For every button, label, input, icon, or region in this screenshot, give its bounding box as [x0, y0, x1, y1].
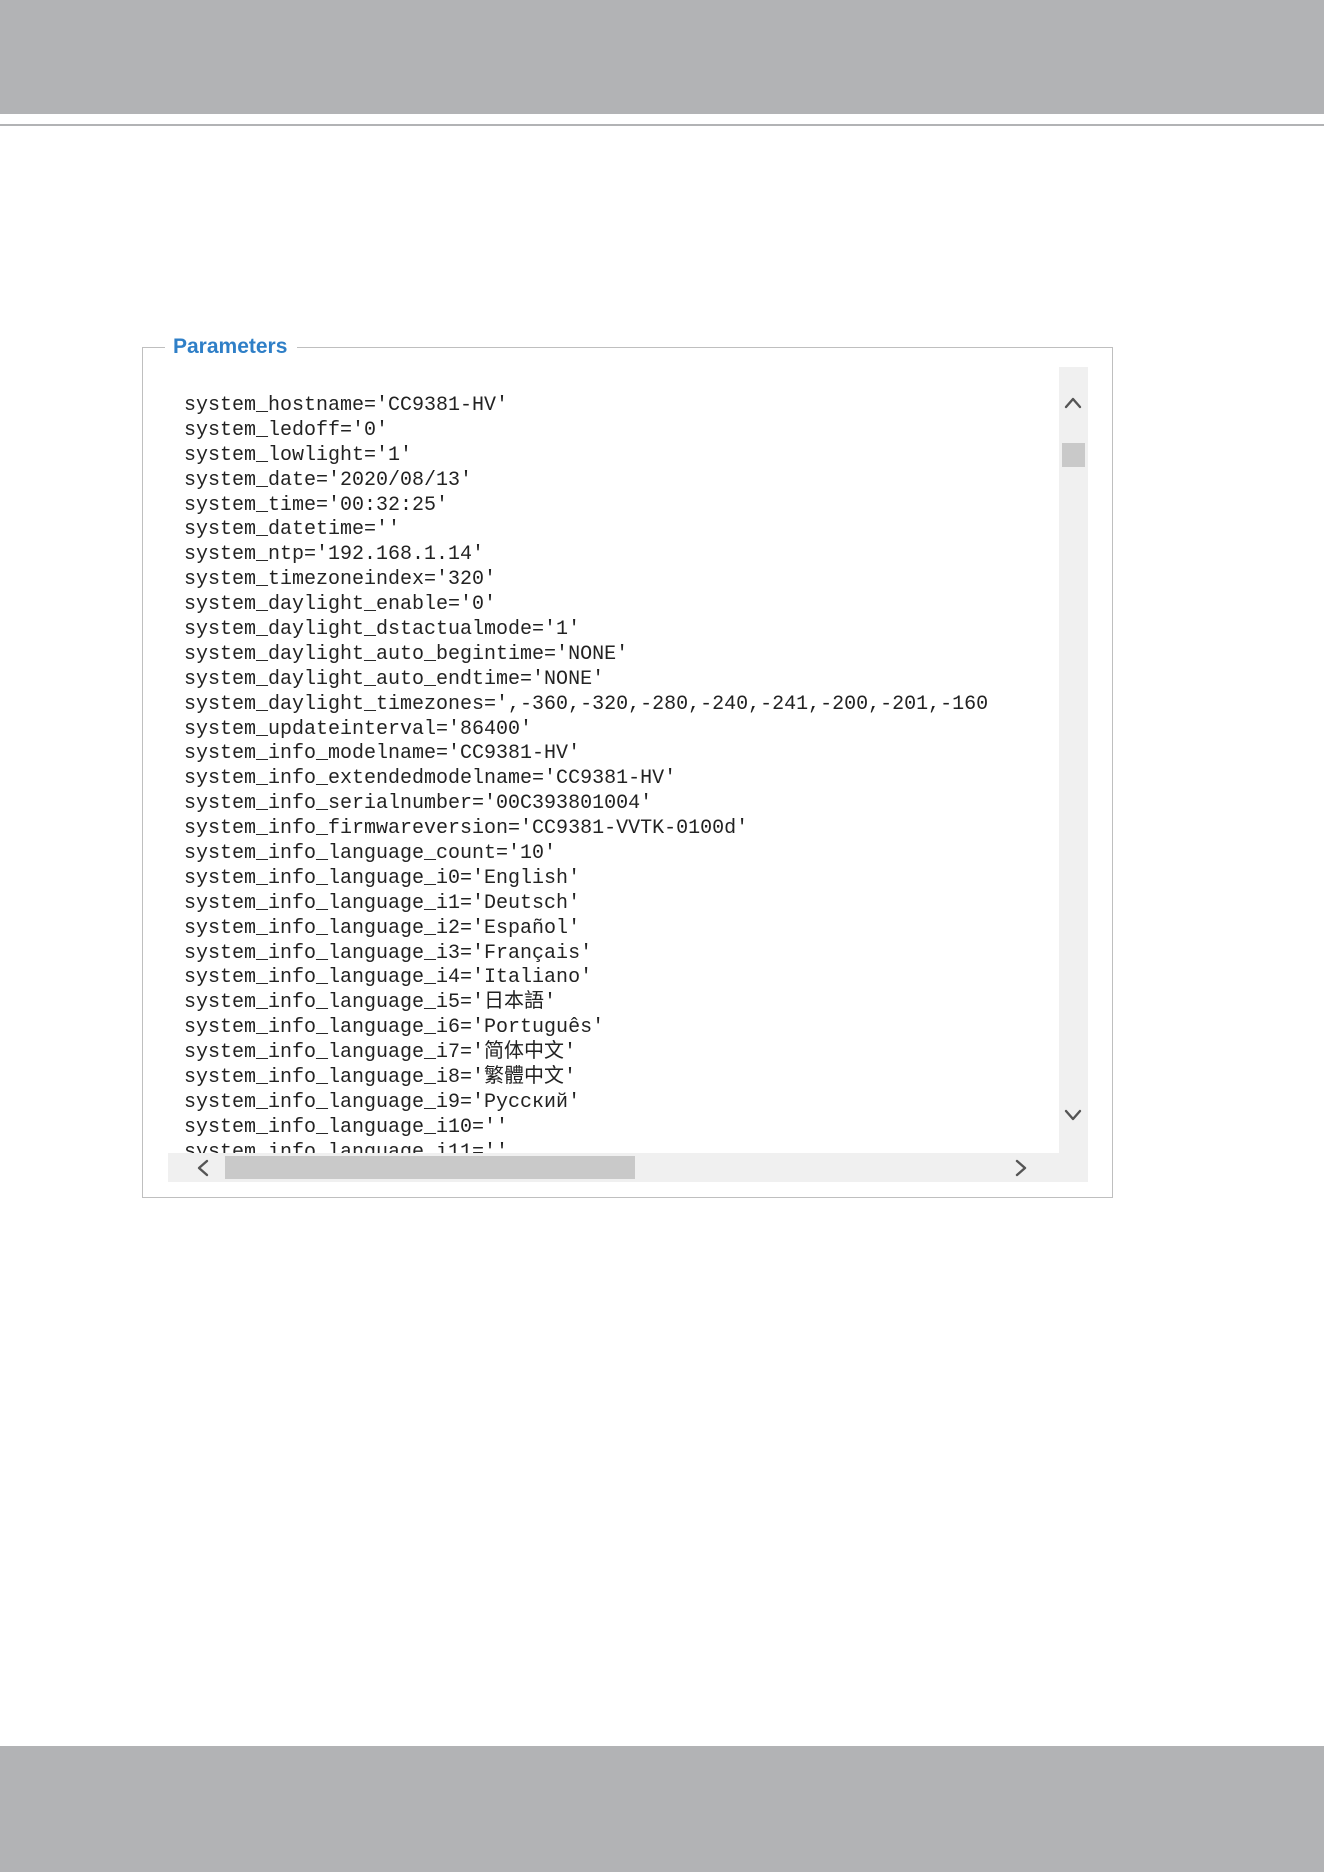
parameter-line: system_info_language_i2='Español'	[184, 916, 581, 940]
chevron-up-icon[interactable]	[1063, 393, 1083, 413]
parameter-line: system_date='2020/08/13'	[184, 468, 473, 492]
parameter-line: system_lowlight='1'	[184, 443, 413, 467]
parameter-line: system_ledoff='0'	[184, 418, 389, 442]
parameter-line: system_info_modelname='CC9381-HV'	[184, 742, 581, 766]
parameter-line: system_info_language_i6='Português'	[184, 1016, 605, 1040]
parameter-line: system_daylight_dstactualmode='1'	[184, 618, 581, 642]
parameter-line: system_info_language_i8='繁體中文'	[184, 1066, 577, 1090]
vertical-scroll-thumb[interactable]	[1062, 443, 1085, 468]
parameter-line: system_time='00:32:25'	[184, 493, 449, 517]
horizontal-scrollbar[interactable]	[168, 1153, 1059, 1182]
parameter-line: system_info_language_i0='English'	[184, 866, 581, 890]
parameters-list: system_hostname='CC9381-HV' system_ledoff…	[184, 394, 988, 1153]
parameters-textbox[interactable]: system_hostname='CC9381-HV' system_ledoff…	[168, 367, 1088, 1182]
parameter-line: system_info_language_i3='Français'	[184, 941, 593, 965]
parameter-line: system_info_language_i1='Deutsch'	[184, 891, 581, 915]
parameter-line: system_ntp='192.168.1.14'	[184, 543, 485, 567]
parameters-legend: Parameters	[165, 334, 298, 360]
parameter-line: system_info_language_i5='日本語'	[184, 991, 557, 1015]
parameter-line: system_info_language_i4='Italiano'	[184, 966, 593, 990]
header-rule	[0, 124, 1324, 126]
parameter-line: system_daylight_auto_endtime='NONE'	[184, 667, 605, 691]
horizontal-scroll-thumb[interactable]	[225, 1156, 635, 1179]
parameter-line: system_daylight_auto_begintime='NONE'	[184, 642, 629, 666]
parameter-line: system_info_language_count='10'	[184, 842, 557, 866]
parameter-line: system_daylight_enable='0'	[184, 593, 497, 617]
chevron-left-icon[interactable]	[193, 1158, 213, 1178]
parameter-line: system_info_language_i7='简体中文'	[184, 1041, 577, 1065]
parameter-line: system_info_language_i11=''	[184, 1140, 509, 1153]
chevron-down-icon[interactable]	[1063, 1105, 1083, 1125]
chevron-right-icon[interactable]	[1011, 1158, 1031, 1178]
vertical-scrollbar[interactable]	[1059, 367, 1088, 1153]
parameter-line: system_updateinterval='86400'	[184, 717, 533, 741]
parameter-line: system_info_serialnumber='00C393801004'	[184, 792, 653, 816]
parameters-text-area[interactable]: system_hostname='CC9381-HV' system_ledoff…	[168, 367, 1059, 1153]
parameter-line: system_info_firmwareversion='CC9381-VVTK…	[184, 817, 749, 841]
parameter-line: system_info_language_i9='Русский'	[184, 1090, 581, 1114]
manual-page: Parameters system_hostname='CC9381-HV' sy…	[0, 0, 1324, 1872]
scrollbar-corner	[1059, 1153, 1088, 1182]
header-band	[0, 0, 1324, 114]
parameter-line: system_info_extendedmodelname='CC9381-HV…	[184, 767, 677, 791]
footer-band	[0, 1746, 1324, 1872]
parameter-line: system_timezoneindex='320'	[184, 568, 497, 592]
parameter-line: system_datetime=''	[184, 518, 401, 542]
parameter-line: system_info_language_i10=''	[184, 1115, 509, 1139]
parameter-line: system_hostname='CC9381-HV'	[184, 394, 509, 417]
parameter-line: system_daylight_timezones=',-360,-320,-2…	[184, 692, 989, 716]
